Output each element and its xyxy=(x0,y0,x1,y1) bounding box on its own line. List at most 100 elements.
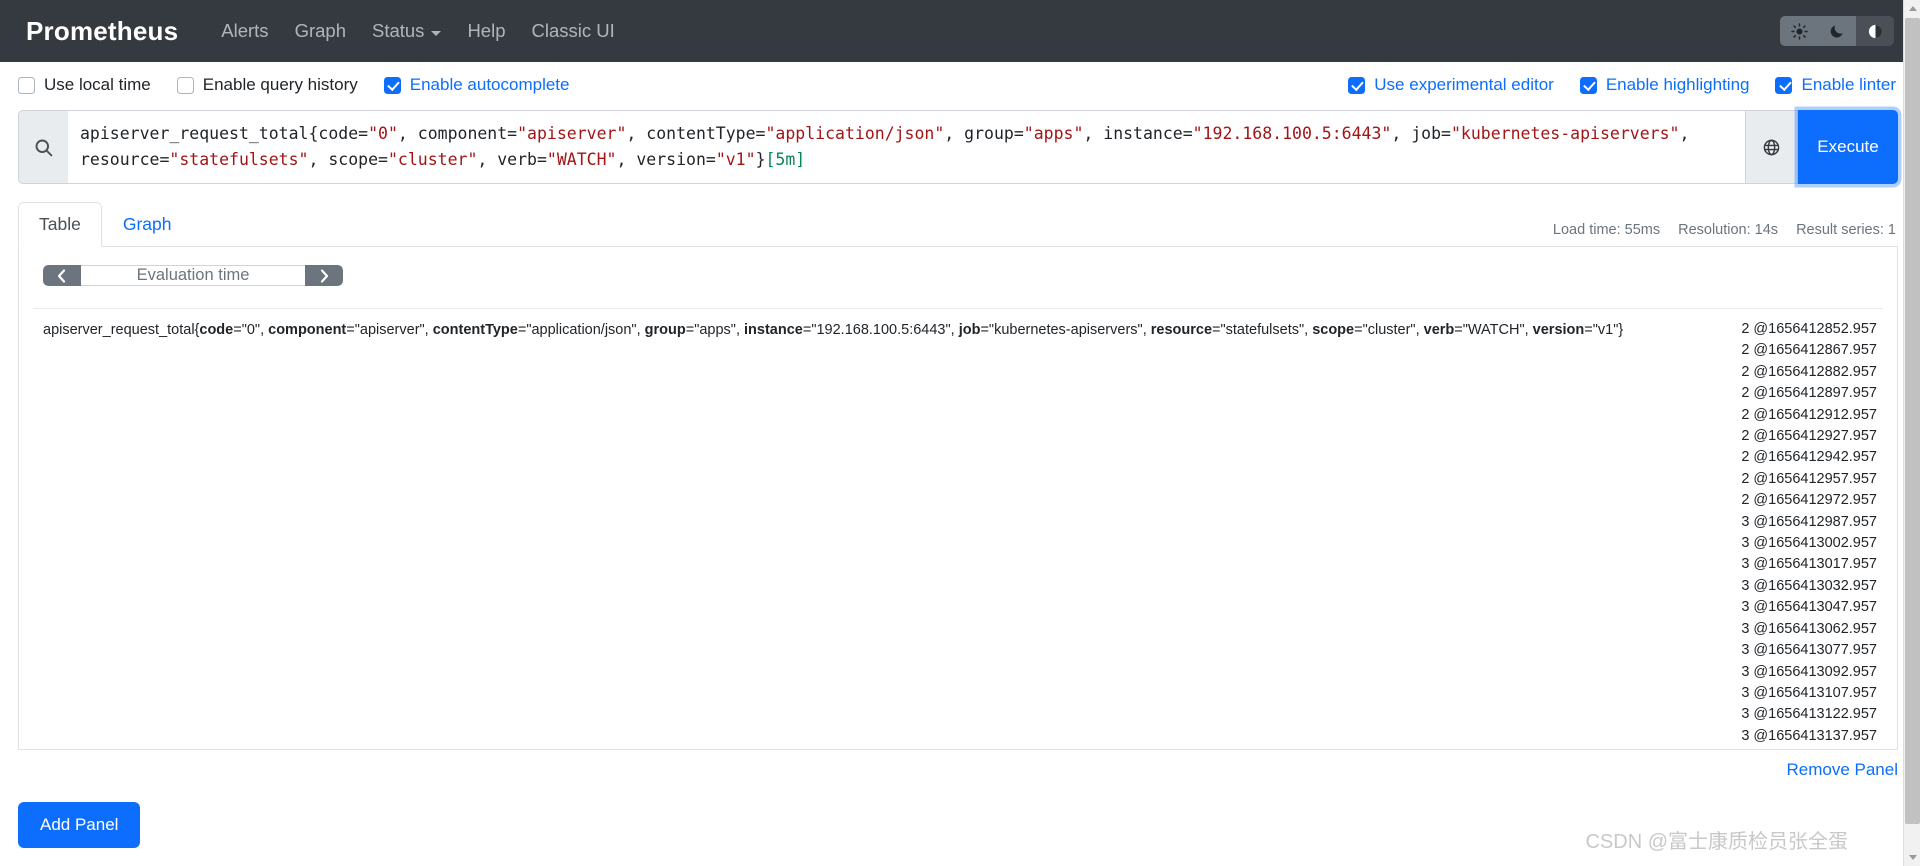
sample-value: 3 @1656413137.957 xyxy=(1741,727,1877,744)
query-options-row: Use local time Enable query history Enab… xyxy=(0,62,1920,108)
theme-auto-button[interactable] xyxy=(1856,16,1894,46)
query-plain-token: apiserver_request_total{code= xyxy=(80,124,369,143)
metric-label-value: "v1" xyxy=(1592,322,1619,338)
scrollbar-up-arrow[interactable] xyxy=(1904,0,1920,17)
checkbox-enable-query-history[interactable]: Enable query history xyxy=(176,75,358,95)
sample-value: 3 @1656413077.957 xyxy=(1741,642,1877,659)
sample-value: 2 @1656412912.957 xyxy=(1741,406,1877,423)
query-string-token: "application/json" xyxy=(765,124,945,143)
checkbox-label: Use experimental editor xyxy=(1374,75,1554,94)
table-row: apiserver_request_total{code="0", compon… xyxy=(33,309,1883,753)
checkbox-use-experimental-editor[interactable]: Use experimental editor xyxy=(1348,75,1554,95)
nav-link-label: Graph xyxy=(294,20,346,41)
metric-label-name: group xyxy=(644,322,686,338)
sample-value: 3 @1656413092.957 xyxy=(1741,663,1877,680)
stat-load-time: Load time: 55ms xyxy=(1552,222,1661,238)
execute-button[interactable]: Execute xyxy=(1798,110,1898,184)
query-input-group: apiserver_request_total{code="0", compon… xyxy=(18,110,1898,184)
query-plain-token: , instance= xyxy=(1083,124,1193,143)
scrollbar-down-arrow[interactable] xyxy=(1904,849,1920,866)
result-tabs: Table Graph Load time: 55ms Resolution: … xyxy=(18,202,1898,247)
chevron-right-icon-button[interactable] xyxy=(305,265,343,286)
sample-value: 2 @1656412852.957 xyxy=(1741,321,1877,337)
metric-label-value: "apps" xyxy=(694,322,736,338)
sample-value: 2 @1656412927.957 xyxy=(1741,428,1877,445)
nav-link-alerts[interactable]: Alerts xyxy=(208,12,281,50)
sample-value: 3 @1656413107.957 xyxy=(1741,684,1877,701)
query-string-token: "statefulsets" xyxy=(169,150,309,169)
metric-label-name: code xyxy=(199,322,234,338)
metric-label-value: "0" xyxy=(241,322,261,338)
nav-link-label: Classic UI xyxy=(531,20,615,41)
nav-link-help[interactable]: Help xyxy=(454,12,518,50)
checkbox-label: Enable autocomplete xyxy=(409,75,570,94)
nav-link-status[interactable]: Status xyxy=(359,12,454,50)
checkbox-enable-highlighting[interactable]: Enable highlighting xyxy=(1579,75,1749,95)
watermark: CSDN @富士康质检员张全蛋 xyxy=(1585,831,1848,853)
metric-label-value: "apiserver" xyxy=(354,322,425,338)
theme-dark-button[interactable] xyxy=(1818,16,1856,46)
theme-light-button[interactable] xyxy=(1780,16,1818,46)
query-plain-token: , version= xyxy=(616,150,716,169)
checkbox-box[interactable] xyxy=(383,76,401,94)
metric-label-name: contentType xyxy=(432,322,518,338)
remove-panel-link[interactable]: Remove Panel xyxy=(1786,760,1898,780)
metric-label-comma: , xyxy=(424,322,433,338)
metric-label-name: component xyxy=(268,322,347,338)
query-string-token: "v1" xyxy=(715,150,756,169)
query-options-left: Use local time Enable query history Enab… xyxy=(18,75,569,95)
query-plain-token: , verb= xyxy=(477,150,547,169)
metric-label-value: "192.168.100.5:6443" xyxy=(811,322,951,338)
scrollbar-thumb[interactable] xyxy=(1905,18,1920,824)
metric-label-name: version xyxy=(1532,322,1585,338)
query-string-token: "apiserver" xyxy=(517,124,627,143)
metric-label-comma: , xyxy=(260,322,269,338)
navbar: Prometheus Alerts Graph Status Help Clas… xyxy=(0,0,1920,62)
query-string-token: "192.168.100.5:6443" xyxy=(1192,124,1392,143)
evaluation-time-group: Evaluation time xyxy=(43,265,343,286)
series-label: apiserver_request_total{code="0", compon… xyxy=(43,319,1717,341)
checkbox-box[interactable] xyxy=(18,76,35,94)
metric-label-comma: , xyxy=(735,322,745,338)
half-circle-icon xyxy=(1868,24,1882,38)
evaluation-time-placeholder: Evaluation time xyxy=(136,266,250,284)
query-expression-input[interactable]: apiserver_request_total{code="0", compon… xyxy=(68,110,1746,184)
metric-label-name: verb xyxy=(1423,322,1455,338)
evaluation-time-input[interactable]: Evaluation time xyxy=(81,265,305,286)
metric-label-value: "WATCH" xyxy=(1462,322,1525,338)
page-scrollbar[interactable] xyxy=(1903,0,1920,866)
sample-value: 3 @1656413047.957 xyxy=(1741,599,1877,616)
checkbox-enable-linter[interactable]: Enable linter xyxy=(1775,75,1896,95)
sample-value: 2 @1656412942.957 xyxy=(1741,449,1877,466)
metric-label-value: "statefulsets" xyxy=(1220,322,1305,338)
globe-icon xyxy=(1763,139,1780,155)
checkbox-box[interactable] xyxy=(1775,76,1793,94)
nav-link-classic-ui[interactable]: Classic UI xyxy=(519,12,628,50)
series-values: 2 @1656412852.957 2 @1656412867.957 2 @165… xyxy=(1717,319,1877,747)
checkbox-box[interactable] xyxy=(176,76,194,94)
sample-value: 2 @1656412897.957 xyxy=(1741,385,1877,402)
checkbox-box[interactable] xyxy=(1579,76,1597,94)
checkbox-use-local-time[interactable]: Use local time xyxy=(18,75,151,95)
tab-table[interactable]: Table xyxy=(18,202,102,247)
sample-value: 2 @1656412882.957 xyxy=(1741,363,1877,380)
metric-label-comma: , xyxy=(1142,322,1151,338)
brand-logo[interactable]: Prometheus xyxy=(26,16,178,47)
checkbox-box[interactable] xyxy=(1348,76,1366,94)
tab-graph[interactable]: Graph xyxy=(102,202,193,247)
add-panel-button[interactable]: Add Panel xyxy=(18,802,141,848)
metric-label-sep: = xyxy=(980,322,989,338)
checkbox-label: Use local time xyxy=(44,75,151,94)
nav-link-graph[interactable]: Graph xyxy=(282,12,359,50)
sample-value: 3 @1656413122.957 xyxy=(1741,706,1877,723)
query-string-token: "WATCH" xyxy=(546,150,617,169)
metric-label-name: scope xyxy=(1312,322,1355,338)
globe-icon-button[interactable] xyxy=(1746,110,1798,184)
checkbox-enable-autocomplete[interactable]: Enable autocomplete xyxy=(383,75,570,95)
chevron-left-icon-button[interactable] xyxy=(43,265,81,286)
metric-label-name: instance xyxy=(744,322,803,338)
sample-value: 2 @1656412867.957 xyxy=(1741,342,1877,359)
query-string-token: "kubernetes-apiservers" xyxy=(1450,124,1680,143)
metric-label-comma: , xyxy=(1415,322,1424,338)
query-plain-token: , job= xyxy=(1391,124,1451,143)
